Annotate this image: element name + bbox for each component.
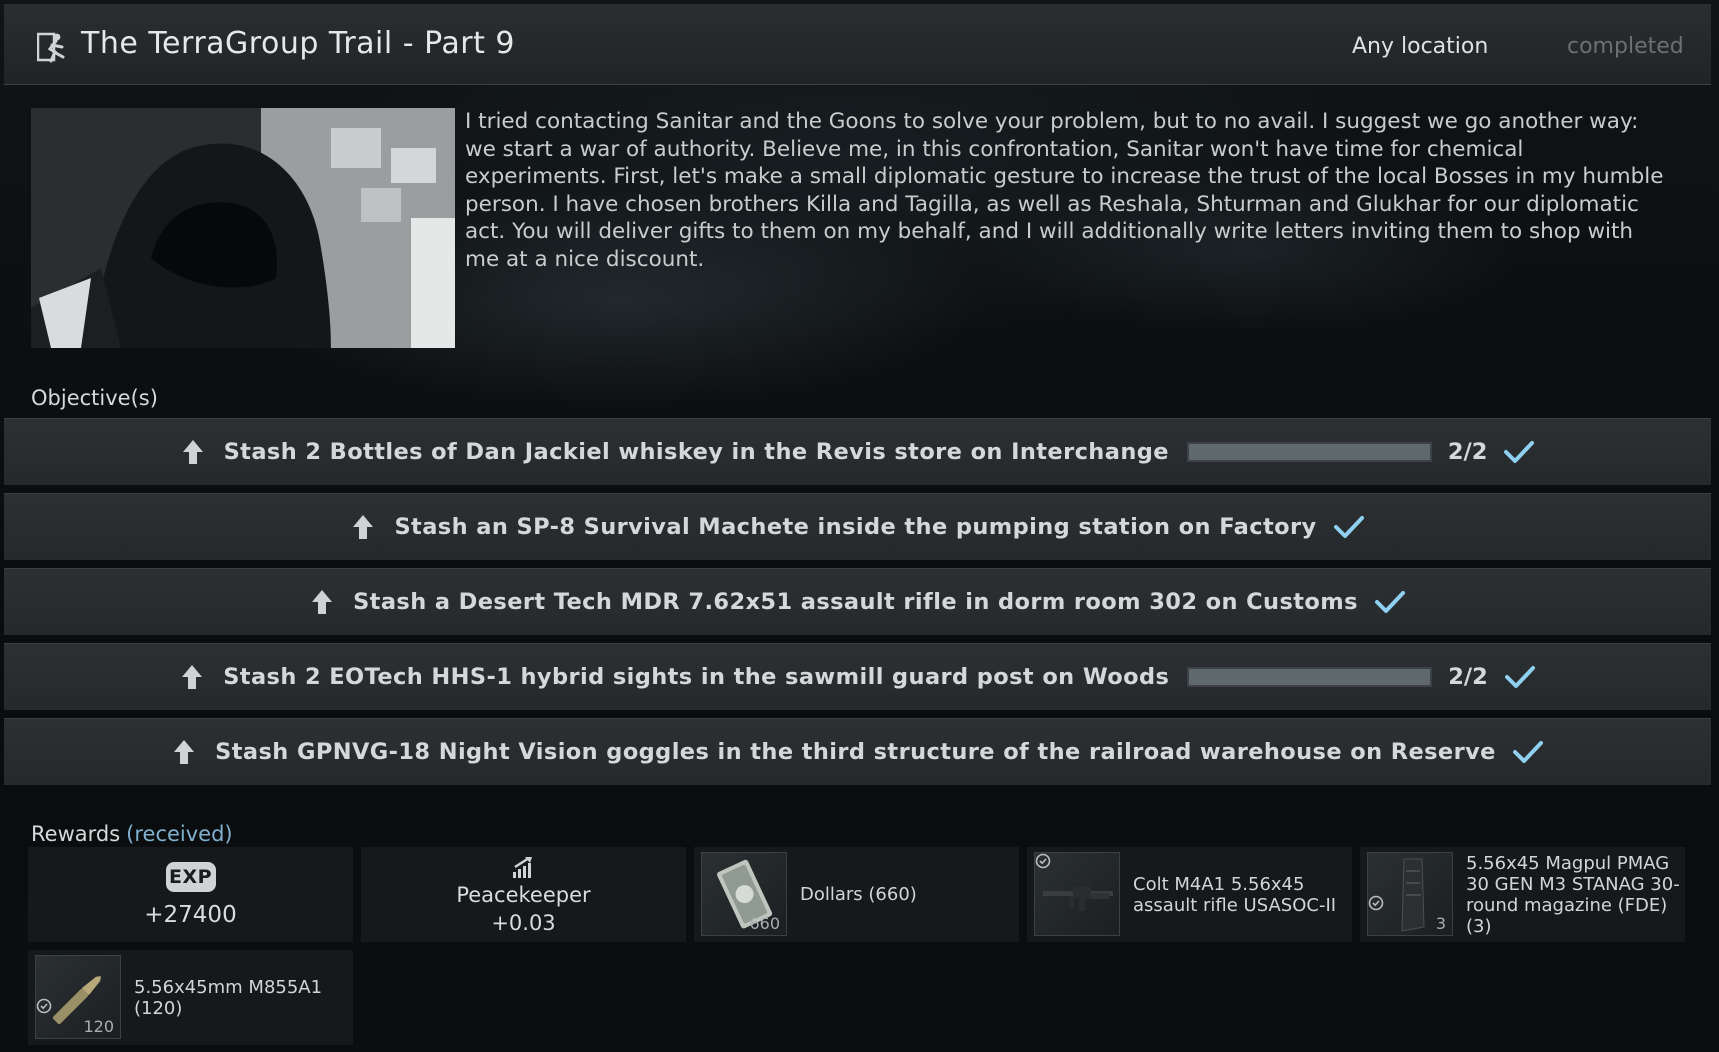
reputation-rise-icon xyxy=(512,856,532,878)
objective-progress-bar xyxy=(1186,442,1432,462)
objective-row: Stash an SP-8 Survival Machete inside th… xyxy=(4,493,1711,560)
reward-item-rifle[interactable]: Colt M4A1 5.56x45 assault rifle USASOC-I… xyxy=(1027,847,1352,942)
objective-text: Stash GPNVG-18 Night Vision goggles in t… xyxy=(215,739,1496,765)
reward-experience: EXP +27400 xyxy=(28,847,353,942)
item-label: 5.56x45 Magpul PMAG 30 GEN M3 STANAG 30-… xyxy=(1466,852,1680,937)
objective-progress-fill xyxy=(1188,444,1430,460)
quest-status: completed xyxy=(1567,34,1684,59)
objectives-label: Objective(s) xyxy=(31,386,158,410)
reward-item-ammo[interactable]: 120 5.56x45mm M855A1 (120) xyxy=(28,950,353,1045)
item-slot: 3 xyxy=(1367,852,1453,936)
item-slot: 120 xyxy=(35,955,121,1039)
objective-text: Stash a Desert Tech MDR 7.62x51 assault … xyxy=(353,589,1358,615)
reward-reputation: Peacekeeper +0.03 xyxy=(361,847,686,942)
checkmark-icon xyxy=(1504,666,1535,688)
objective-row: Stash a Desert Tech MDR 7.62x51 assault … xyxy=(4,568,1711,635)
checkmark-icon xyxy=(1333,516,1364,538)
arrow-up-icon xyxy=(353,515,374,539)
checkmark-icon xyxy=(1374,591,1405,613)
exp-value: +27400 xyxy=(144,901,237,928)
quest-location: Any location xyxy=(1352,34,1489,59)
item-label: 5.56x45mm M855A1 (120) xyxy=(134,976,323,1019)
objective-row: Stash GPNVG-18 Night Vision goggles in t… xyxy=(4,718,1711,785)
objective-text: Stash 2 Bottles of Dan Jackiel whiskey i… xyxy=(223,439,1169,465)
objective-text: Stash an SP-8 Survival Machete inside th… xyxy=(394,514,1317,540)
exp-icon: EXP xyxy=(165,861,216,892)
arrow-up-icon xyxy=(312,590,333,614)
reward-item-magazine[interactable]: 3 5.56x45 Magpul PMAG 30 GEN M3 STANAG 3… xyxy=(1360,847,1685,942)
objective-progress-count: 2/2 xyxy=(1447,439,1488,465)
quest-title: The TerraGroup Trail - Part 9 xyxy=(81,26,515,61)
quest-description: I tried contacting Sanitar and the Goons… xyxy=(465,109,1664,272)
objective-text: Stash 2 EOTech HHS-1 hybrid sights in th… xyxy=(223,664,1170,690)
trader-portrait-image xyxy=(31,108,455,348)
arrow-up-icon xyxy=(174,740,195,764)
reward-item-dollars[interactable]: 660 Dollars (660) xyxy=(694,847,1019,942)
found-in-raid-icon xyxy=(1035,853,1051,869)
reputation-value: +0.03 xyxy=(491,910,556,935)
checkmark-icon xyxy=(1512,741,1543,763)
quest-header: The TerraGroup Trail - Part 9 Any locati… xyxy=(4,4,1711,85)
item-count: 3 xyxy=(1435,914,1446,933)
rewards-received-status: (received) xyxy=(126,822,233,846)
item-label: Dollars (660) xyxy=(800,884,917,905)
quest-exit-icon xyxy=(37,32,65,63)
checkmark-icon xyxy=(1504,441,1535,463)
found-in-raid-icon xyxy=(36,998,52,1014)
objective-progress-count: 2/2 xyxy=(1448,664,1488,690)
arrow-up-icon xyxy=(182,440,203,464)
arrow-up-icon xyxy=(182,665,203,689)
rewards-label: Rewards (received) xyxy=(31,822,233,846)
objective-row: Stash 2 EOTech HHS-1 hybrid sights in th… xyxy=(4,643,1711,710)
objective-row: Stash 2 Bottles of Dan Jackiel whiskey i… xyxy=(4,418,1711,485)
item-slot xyxy=(1034,852,1120,936)
objective-progress-bar xyxy=(1187,667,1433,687)
found-in-raid-icon xyxy=(1368,895,1384,911)
objective-progress-fill xyxy=(1189,669,1431,685)
item-label: Colt M4A1 5.56x45 assault rifle USASOC-I… xyxy=(1133,873,1337,916)
item-count: 660 xyxy=(749,914,780,933)
item-count: 120 xyxy=(83,1017,114,1036)
item-slot: 660 xyxy=(701,852,787,936)
rewards-title: Rewards xyxy=(31,822,121,846)
reputation-trader: Peacekeeper xyxy=(456,882,591,907)
